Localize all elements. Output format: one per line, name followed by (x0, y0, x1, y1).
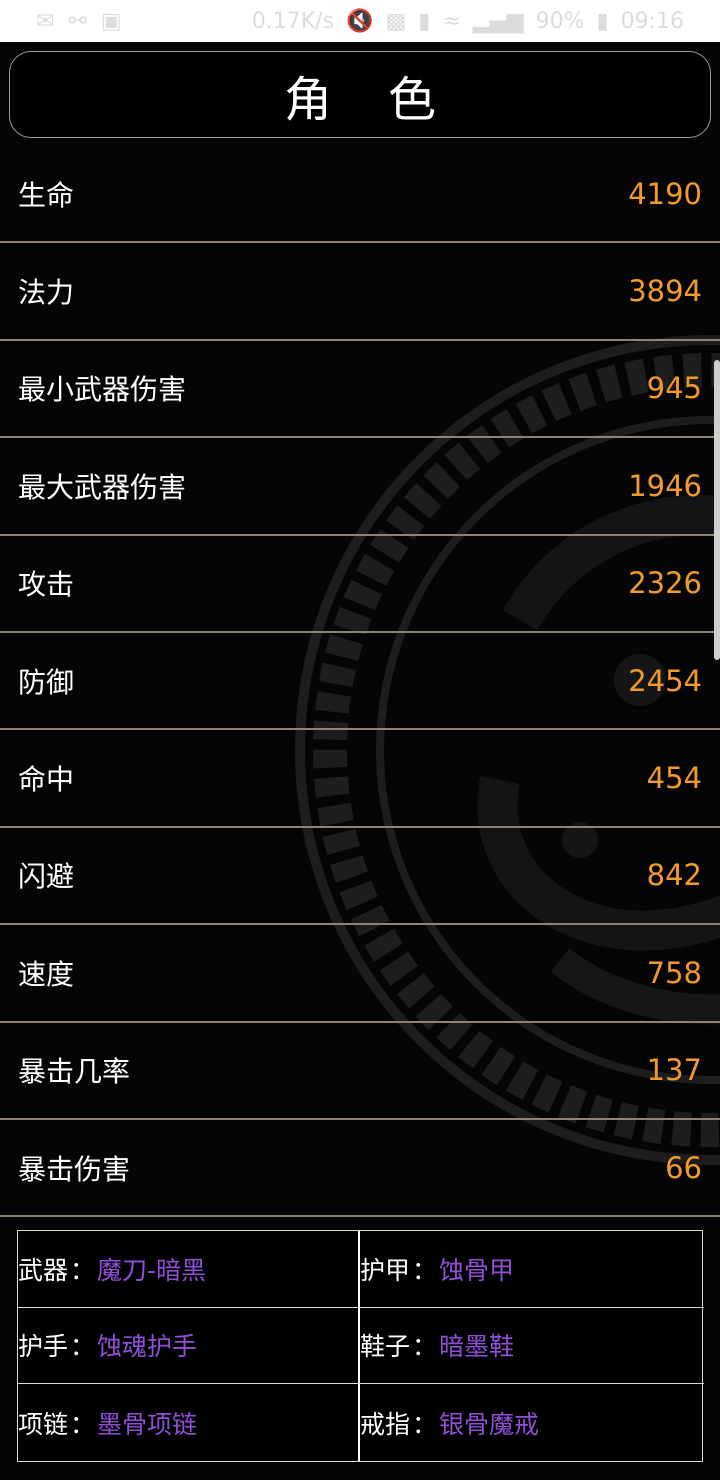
equip-slot: 护甲 (360, 1255, 411, 1285)
equip-slot: 项链 (18, 1409, 69, 1439)
nfc-icon: ▩ (385, 8, 407, 34)
stat-row-hit: 命中 454 (0, 730, 720, 828)
mute-icon: 🔇 (346, 8, 374, 34)
scrollbar[interactable] (714, 360, 720, 660)
equip-shoes[interactable]: 鞋子：暗墨鞋 (360, 1308, 704, 1385)
wifi-icon: ≈ (442, 8, 461, 34)
hd-icon: ▮ (418, 8, 431, 34)
stat-row-crit-damage: 暴击伤害 66 (0, 1120, 720, 1218)
stat-label: 法力 (18, 276, 75, 310)
stat-row-min-weapon-damage: 最小武器伤害 945 (0, 341, 720, 439)
equip-slot: 鞋子 (360, 1332, 411, 1362)
stat-label: 暴击伤害 (18, 1152, 131, 1186)
equip-necklace[interactable]: 项链：墨骨项链 (18, 1384, 360, 1461)
stats-list: 生命 4190 法力 3894 最小武器伤害 945 最大武器伤害 1946 攻… (0, 146, 720, 1218)
stat-row-max-weapon-damage: 最大武器伤害 1946 (0, 438, 720, 536)
stat-label: 最大武器伤害 (18, 470, 187, 504)
stat-label: 防御 (18, 665, 75, 699)
stat-row-crit-rate: 暴击几率 137 (0, 1023, 720, 1120)
equip-item: 魔刀-暗黑 (97, 1255, 207, 1285)
battery-percent: 90% (535, 8, 585, 34)
message-icon: ✉ (36, 8, 55, 34)
stat-label: 命中 (18, 763, 75, 797)
equip-item: 墨骨项链 (97, 1409, 198, 1439)
stat-value: 66 (665, 1150, 702, 1185)
stat-value: 137 (646, 1053, 702, 1088)
clock: 09:16 (620, 8, 684, 34)
equip-slot: 护手 (18, 1332, 69, 1362)
stat-value: 454 (646, 761, 702, 796)
stat-label: 闪避 (18, 860, 75, 894)
equip-slot: 戒指 (360, 1409, 411, 1439)
page-title: 角色 (283, 71, 492, 128)
stat-label: 生命 (18, 178, 75, 212)
signal-icon: ▂▄▆ (472, 8, 524, 34)
stat-value: 2326 (628, 566, 702, 601)
equip-item: 暗墨鞋 (439, 1332, 515, 1362)
equip-ring[interactable]: 戒指：银骨魔戒 (360, 1384, 704, 1461)
equip-item: 银骨魔戒 (439, 1409, 540, 1439)
stat-row-attack: 攻击 2326 (0, 536, 720, 633)
equip-weapon[interactable]: 武器：魔刀-暗黑 (18, 1231, 360, 1308)
equip-armor[interactable]: 护甲：蚀骨甲 (360, 1231, 704, 1308)
stat-value: 758 (646, 955, 702, 990)
stat-value: 945 (646, 371, 702, 406)
stat-row-mp: 法力 3894 (0, 243, 720, 341)
net-speed: 0.17K/s (251, 8, 335, 34)
character-screen: ✉ ⚯ ▣ 0.17K/s 🔇 ▩ ▮ ≈ ▂▄▆ 90% ▮ 09:16 角色… (0, 0, 720, 1480)
stat-value: 2454 (628, 663, 702, 698)
equip-item: 蚀魂护手 (97, 1332, 198, 1362)
stat-label: 暴击几率 (18, 1055, 131, 1089)
equip-slot: 武器 (18, 1255, 69, 1285)
equip-item: 蚀骨甲 (439, 1255, 515, 1285)
title-box: 角色 (9, 51, 711, 138)
stat-label: 攻击 (18, 568, 75, 602)
stat-value: 842 (646, 858, 702, 893)
stat-label: 最小武器伤害 (18, 373, 187, 407)
usb-icon: ⚯ (68, 8, 87, 34)
image-icon: ▣ (100, 8, 122, 34)
equipment-table: 武器：魔刀-暗黑 护甲：蚀骨甲 护手：蚀魂护手 鞋子：暗墨鞋 项链：墨骨项链 戒… (17, 1230, 704, 1462)
stat-row-defense: 防御 2454 (0, 633, 720, 731)
stat-row-dodge: 闪避 842 (0, 828, 720, 926)
stat-row-hp: 生命 4190 (0, 146, 720, 244)
status-bar: ✉ ⚯ ▣ 0.17K/s 🔇 ▩ ▮ ≈ ▂▄▆ 90% ▮ 09:16 (0, 0, 720, 42)
stat-value: 3894 (628, 274, 702, 309)
stat-value: 1946 (628, 468, 702, 503)
equip-gloves[interactable]: 护手：蚀魂护手 (18, 1307, 360, 1385)
battery-icon: ▮ (596, 8, 609, 34)
stat-value: 4190 (628, 176, 702, 211)
stat-label: 速度 (18, 957, 75, 991)
stat-row-speed: 速度 758 (0, 925, 720, 1023)
